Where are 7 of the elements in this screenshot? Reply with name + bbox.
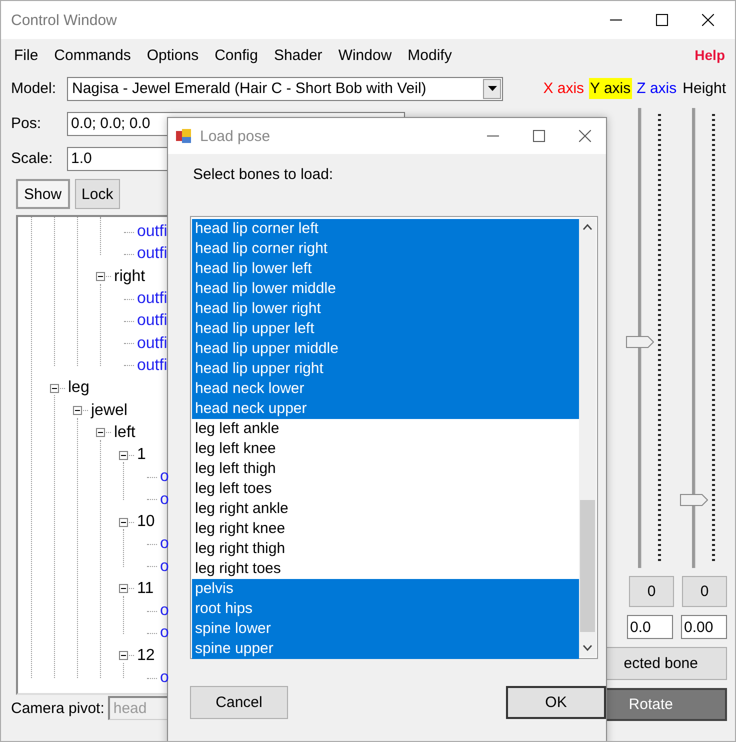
field-label: Pos:: [11, 115, 42, 132]
dialog-title: Load pose: [200, 128, 270, 144]
window-title: Control Window: [11, 12, 117, 28]
field-label: Model:: [11, 80, 58, 97]
field-label: Scale:: [11, 150, 54, 167]
field-label: Camera pivot:: [11, 700, 104, 716]
prompt-text: Select bones to load:: [193, 166, 334, 185]
